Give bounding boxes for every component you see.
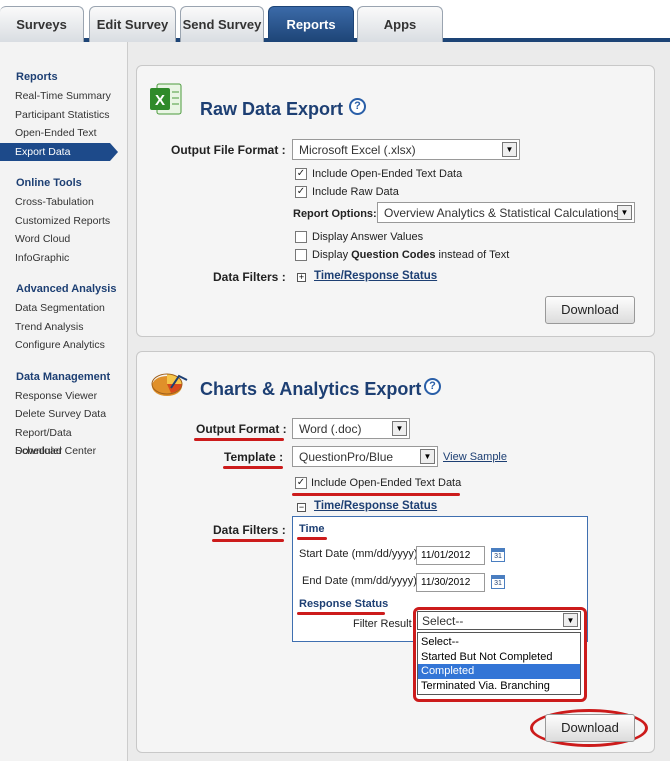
sidebar-item-word-cloud[interactable]: Word Cloud <box>0 230 112 249</box>
data-filters-label: Data Filters : <box>213 270 286 284</box>
tab-surveys[interactable]: Surveys <box>0 6 84 42</box>
display-answer-values-checkbox[interactable] <box>295 231 307 243</box>
charts-analytics-export-panel: Charts & Analytics Export ? Output Forma… <box>136 351 655 753</box>
tab-label: Surveys <box>16 17 67 32</box>
tab-label: Edit Survey <box>96 17 169 32</box>
output-format-select[interactable]: Word (.doc) ▼ <box>292 418 410 439</box>
charts-download-button[interactable]: Download <box>545 714 635 742</box>
filter-result-value: Select-- <box>422 614 464 628</box>
tab-label: Reports <box>286 17 336 32</box>
main-content: X Raw Data Export ? Output File Format :… <box>128 42 670 761</box>
output-format-value: Word (.doc) <box>299 422 362 436</box>
template-value: QuestionPro/Blue <box>299 450 394 464</box>
tab-send-survey[interactable]: Send Survey <box>180 6 264 42</box>
collapse-minus-icon[interactable]: − <box>297 503 306 512</box>
sidebar-item-cross-tabulation[interactable]: Cross-Tabulation <box>0 193 112 212</box>
response-status-heading: Response Status <box>299 598 389 610</box>
tab-label: Apps <box>383 17 417 32</box>
sidebar-item-participant-statistics[interactable]: Participant Statistics <box>0 106 112 125</box>
tab-label: Send Survey <box>182 17 262 32</box>
sidebar-heading-online-tools: Online Tools <box>16 177 82 189</box>
include-open-ended-checkbox[interactable]: ✓ <box>295 168 307 180</box>
svg-text:X: X <box>155 92 165 109</box>
output-format-label: Output Format : <box>196 422 287 436</box>
filter-result-options-list: Select-- Started But Not Completed Compl… <box>417 632 581 695</box>
display-question-codes-checkbox[interactable] <box>295 249 307 261</box>
sidebar-item-export-data[interactable]: Export Data <box>0 142 118 161</box>
sidebar-item-configure-analytics[interactable]: Configure Analytics <box>0 336 112 355</box>
sidebar-heading-data-management: Data Management <box>16 370 111 383</box>
help-icon[interactable]: ? <box>349 98 366 115</box>
display-answer-values-label: Display Answer Values <box>312 231 424 243</box>
option-select[interactable]: Select-- <box>418 635 580 650</box>
sidebar-heading-reports: Reports <box>16 71 58 83</box>
include-open-ended-label: Include Open-Ended Text Data <box>312 168 463 180</box>
sidebar-item-infographic[interactable]: InfoGraphic <box>0 249 112 268</box>
sidebar-item-delete-survey-data[interactable]: Delete Survey Data <box>0 405 112 424</box>
annotation-underline <box>212 539 284 542</box>
template-label: Template : <box>224 450 284 464</box>
report-options-select[interactable]: Overview Analytics & Statistical Calcula… <box>377 202 635 223</box>
sidebar-item-response-viewer[interactable]: Response Viewer <box>0 387 112 406</box>
view-sample-link[interactable]: View Sample <box>443 451 507 463</box>
sidebar: Reports Real-Time Summary Participant St… <box>0 42 128 761</box>
annotation-underline <box>223 466 283 469</box>
output-file-format-label: Output File Format : <box>171 143 286 157</box>
sidebar-item-trend-analysis[interactable]: Trend Analysis <box>0 318 112 337</box>
end-date-label: End Date (mm/dd/yyyy) <box>302 575 417 587</box>
sidebar-item-open-ended-text[interactable]: Open-Ended Text <box>0 124 112 143</box>
charts-analytics-export-title: Charts & Analytics Export <box>200 379 422 399</box>
calendar-icon[interactable]: 31 <box>491 575 505 589</box>
chevron-down-icon: ▼ <box>502 142 517 157</box>
include-raw-data-checkbox[interactable]: ✓ <box>295 186 307 198</box>
annotation-underline <box>297 612 385 615</box>
output-file-format-select[interactable]: Microsoft Excel (.xlsx) ▼ <box>292 139 520 160</box>
chevron-down-icon: ▼ <box>617 205 632 220</box>
sidebar-item-download-center[interactable]: Download Center <box>0 442 112 461</box>
pie-chart-icon <box>149 366 189 400</box>
include-raw-data-label: Include Raw Data <box>312 186 399 198</box>
option-terminated-via-branching[interactable]: Terminated Via. Branching <box>418 679 580 694</box>
start-date-label: Start Date (mm/dd/yyyy) <box>299 548 418 560</box>
option-started-but-not-completed[interactable]: Started But Not Completed <box>418 650 580 665</box>
annotation-underline <box>297 537 327 540</box>
chevron-down-icon: ▼ <box>392 421 407 436</box>
top-tab-bar: Surveys Edit Survey Send Survey Reports … <box>0 0 670 42</box>
chevron-down-icon: ▼ <box>420 449 435 464</box>
sidebar-heading-advanced-analysis: Advanced Analysis <box>16 283 117 295</box>
display-question-codes-label: Display Question Codes instead of Text <box>312 249 510 261</box>
filter-result-select[interactable]: Select-- ▼ <box>417 611 581 630</box>
charts-include-open-ended-checkbox[interactable]: ✓ <box>295 477 307 489</box>
annotation-underline <box>292 493 460 496</box>
charts-data-filters-label: Data Filters : <box>213 523 286 537</box>
time-heading: Time <box>299 523 325 535</box>
output-file-format-value: Microsoft Excel (.xlsx) <box>299 143 416 157</box>
help-icon[interactable]: ? <box>424 378 441 395</box>
tab-apps[interactable]: Apps <box>357 6 443 42</box>
end-date-input[interactable]: 11/30/2012 <box>416 573 485 592</box>
report-options-value: Overview Analytics & Statistical Calcula… <box>384 206 620 220</box>
start-date-input[interactable]: 11/01/2012 <box>416 546 485 565</box>
raw-download-button[interactable]: Download <box>545 296 635 324</box>
template-select[interactable]: QuestionPro/Blue ▼ <box>292 446 438 467</box>
chevron-down-icon: ▼ <box>563 613 578 627</box>
time-response-status-link[interactable]: Time/Response Status <box>314 270 437 282</box>
filter-result-label: Filter Result <box>353 618 412 630</box>
sidebar-item-customized-reports[interactable]: Customized Reports <box>0 212 112 231</box>
excel-icon: X <box>149 82 183 116</box>
raw-data-export-title: Raw Data Export <box>200 99 344 119</box>
sidebar-item-report-data-scheduler[interactable]: Report/Data Scheduler <box>0 424 112 458</box>
expand-plus-icon[interactable]: + <box>297 273 306 282</box>
charts-include-open-ended-label: Include Open-Ended Text Data <box>311 477 462 489</box>
sidebar-item-data-segmentation[interactable]: Data Segmentation <box>0 299 112 318</box>
calendar-icon[interactable]: 31 <box>491 548 505 562</box>
tab-edit-survey[interactable]: Edit Survey <box>89 6 176 42</box>
option-completed[interactable]: Completed <box>418 664 580 679</box>
raw-data-export-panel: X Raw Data Export ? Output File Format :… <box>136 65 655 337</box>
tab-reports[interactable]: Reports <box>268 6 354 42</box>
time-response-status-link[interactable]: Time/Response Status <box>314 500 437 512</box>
annotation-underline <box>194 438 284 441</box>
sidebar-item-real-time-summary[interactable]: Real-Time Summary <box>0 87 112 106</box>
report-options-label: Report Options: <box>293 208 377 220</box>
